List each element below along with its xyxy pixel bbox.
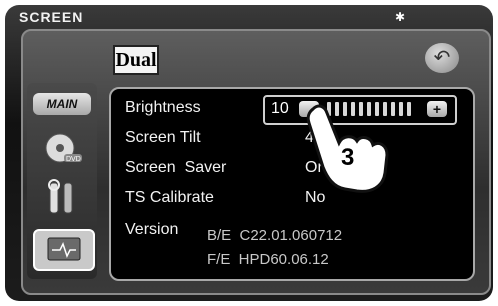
brightness-increase-button[interactable]: + bbox=[427, 101, 447, 117]
settings-panel: Brightness 10 + Screen Tilt 4 Screen Sav… bbox=[109, 87, 475, 281]
sidebar: MAIN DVD bbox=[27, 83, 97, 279]
back-arrow-icon[interactable]: ↶ bbox=[425, 43, 459, 73]
level-tick bbox=[399, 102, 403, 116]
version-fe: F/E HPD60.06.12 bbox=[207, 251, 329, 268]
level-tick bbox=[407, 102, 411, 116]
dual-logo: Dual bbox=[113, 45, 159, 75]
sidebar-item-main[interactable]: MAIN bbox=[33, 93, 91, 115]
screen-tilt-label: Screen Tilt bbox=[125, 129, 201, 146]
tools-icon[interactable] bbox=[33, 179, 91, 217]
version-be: B/E C22.01.060712 bbox=[207, 227, 343, 244]
step-number: 3 bbox=[341, 144, 354, 171]
brightness-label: Brightness bbox=[125, 99, 201, 116]
screen-saver-label: Screen Saver bbox=[125, 159, 227, 176]
disc-dvd-icon[interactable]: DVD bbox=[33, 129, 91, 167]
svg-text:DVD: DVD bbox=[66, 156, 81, 163]
pointing-hand-icon: 3 bbox=[305, 103, 395, 200]
bluetooth-icon: ✱ bbox=[394, 10, 406, 24]
screen-title: SCREEN bbox=[19, 9, 84, 25]
head-unit-frame: SCREEN ✱ Dual ↶ MAIN DVD Brightness 10 +… bbox=[5, 5, 493, 301]
ts-calibrate-label: TS Calibrate bbox=[125, 189, 214, 206]
brightness-value: 10 bbox=[271, 100, 289, 117]
screen-icon[interactable] bbox=[33, 229, 95, 271]
version-label: Version bbox=[125, 221, 179, 238]
